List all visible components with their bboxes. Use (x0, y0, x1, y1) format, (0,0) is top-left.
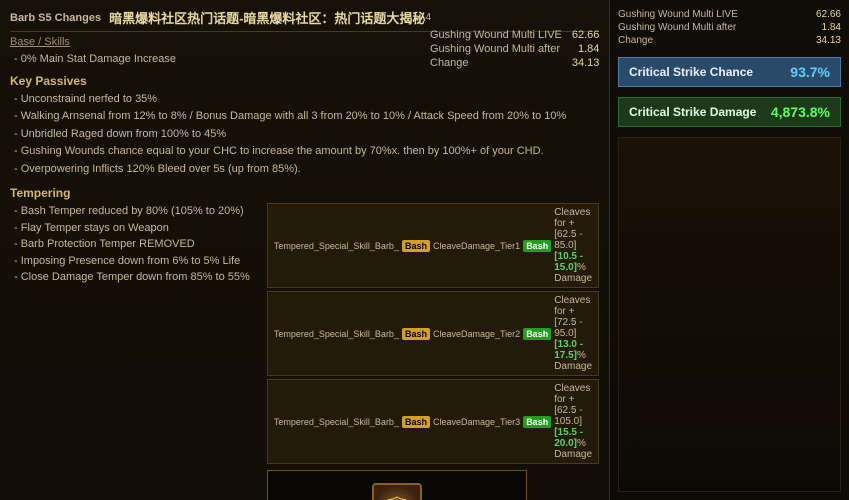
temper-prefix-1: Tempered_Special_Skill_Barb_ (274, 329, 399, 339)
crit-chance-label: Critical Strike Chance (629, 65, 753, 79)
passives-list: - Unconstraind nerfed to 35% - Walking A… (10, 91, 599, 179)
temper-badge2-2: Bash (523, 416, 551, 428)
temper-row-0: Tempered_Special_Skill_Barb_ Bash Cleave… (267, 203, 599, 288)
passive-1: - Walking Arnsenal from 12% to 8% / Bonu… (10, 108, 599, 126)
passive-0: - Unconstraind nerfed to 35% (10, 91, 599, 109)
key-passives-section: Key Passives - Unconstraind nerfed to 35… (10, 74, 599, 179)
temper-suffix-text-0: Cleaves for +[62.5 - 85.0] [10.5 - 15.0]… (554, 207, 592, 284)
right-gushing-stats: Gushing Wound Multi LIVE 62.66 Gushing W… (618, 8, 841, 47)
header-link[interactable]: 暗黑爆料社区热门话题-暗黑爆料社区：热门话题大揭秘 (109, 8, 425, 27)
item-icon: 🛡 (284, 483, 510, 500)
temper-suffix-text-1: Cleaves for +[72.5 - 95.0] [13.0 - 17.5]… (554, 295, 592, 372)
right-game-scene (618, 137, 841, 492)
item-icon-graphic: 🛡 (372, 483, 422, 500)
left-panel: Barb S5 Changes 暗黑爆料社区热门话题-暗黑爆料社区：热门话题大揭… (0, 0, 610, 500)
passive-3: - Gushing Wounds chance equal to your CH… (10, 143, 599, 161)
crit-damage-label: Critical Strike Damage (629, 105, 756, 119)
tempering-label: Tempering (10, 186, 599, 200)
temper-mid-2: CleaveDamage_Tier3 (433, 417, 520, 427)
crit-chance-value: 93.7% (790, 64, 830, 80)
tab-number: 4 (425, 12, 431, 23)
temper-badge2-0: Bash (523, 240, 551, 252)
right-gushing-val-0: 62.66 (816, 9, 841, 20)
temper-badge1-0: Bash (402, 240, 430, 252)
temper-left-4: - Close Damage Temper down from 85% to 5… (10, 269, 259, 286)
tempering-left-list: - Bash Temper reduced by 80% (105% to 20… (10, 203, 259, 500)
item-card: 🛡 Barbarian Protection Legendary +[3 - 4… (267, 470, 527, 500)
temper-left-2: - Barb Protection Temper REMOVED (10, 236, 259, 253)
temper-mid-1: CleaveDamage_Tier2 (433, 329, 520, 339)
right-gushing-val-2: 34.13 (816, 35, 841, 46)
gushing-stat-label-1: Gushing Wound Multi after (430, 43, 560, 55)
temper-badge1-2: Bash (402, 416, 430, 428)
key-passives-label: Key Passives (10, 74, 599, 88)
gushing-stat-val-1: 1.84 (578, 43, 599, 55)
right-gushing-row-2: Change 34.13 (618, 34, 841, 47)
temper-prefix-0: Tempered_Special_Skill_Barb_ (274, 241, 399, 251)
temper-row-1: Tempered_Special_Skill_Barb_ Bash Cleave… (267, 291, 599, 376)
temper-badge1-1: Bash (402, 328, 430, 340)
right-gushing-label-2: Change (618, 35, 653, 46)
temper-row-2: Tempered_Special_Skill_Barb_ Bash Cleave… (267, 379, 599, 464)
gushing-stat-val-0: 62.66 (572, 29, 600, 41)
tempering-right-rows: Tempered_Special_Skill_Barb_ Bash Cleave… (267, 203, 599, 500)
crit-damage-value: 4,873.8% (771, 104, 830, 120)
tempering-section: Tempering - Bash Temper reduced by 80% (… (10, 186, 599, 500)
gushing-stat-label-0: Gushing Wound Multi LIVE (430, 29, 562, 41)
temper-prefix-2: Tempered_Special_Skill_Barb_ (274, 417, 399, 427)
right-gushing-row-1: Gushing Wound Multi after 1.84 (618, 21, 841, 34)
crit-chance-inner: Critical Strike Chance 93.7% (629, 64, 830, 80)
crit-damage-inner: Critical Strike Damage 4,873.8% (629, 104, 830, 120)
gushing-stat-1: Gushing Wound Multi after 1.84 (430, 42, 599, 56)
right-gushing-val-1: 1.84 (822, 22, 841, 33)
temper-suffix-text-2: Cleaves for +[62.5 - 105.0] [15.5 - 20.0… (554, 383, 592, 460)
crit-damage-panel: Critical Strike Damage 4,873.8% (618, 97, 841, 127)
right-panel: Gushing Wound Multi LIVE 62.66 Gushing W… (610, 0, 849, 500)
temper-left-0: - Bash Temper reduced by 80% (105% to 20… (10, 203, 259, 220)
crit-chance-panel: Critical Strike Chance 93.7% (618, 57, 841, 87)
temper-left-1: - Flay Temper stays on Weapon (10, 220, 259, 237)
temper-left-3: - Imposing Presence down from 6% to 5% L… (10, 253, 259, 270)
passive-4: - Overpowering Inflicts 120% Bleed over … (10, 161, 599, 179)
passive-2: - Unbridled Raged down from 100% to 45% (10, 126, 599, 144)
temper-mid-0: CleaveDamage_Tier1 (433, 241, 520, 251)
gushing-stat-2: Change 34.13 (430, 56, 599, 70)
gushing-stat-0: Gushing Wound Multi LIVE 62.66 (430, 28, 599, 42)
right-gushing-row-0: Gushing Wound Multi LIVE 62.66 (618, 8, 841, 21)
gushing-stat-label-2: Change (430, 57, 469, 69)
gushing-stats: Gushing Wound Multi LIVE 62.66 Gushing W… (430, 28, 599, 70)
tempering-content: - Bash Temper reduced by 80% (105% to 20… (10, 203, 599, 500)
main-container: Barb S5 Changes 暗黑爆料社区热门话题-暗黑爆料社区：热门话题大揭… (0, 0, 849, 500)
right-gushing-label-0: Gushing Wound Multi LIVE (618, 9, 738, 20)
header-title: Barb S5 Changes (10, 12, 101, 24)
temper-badge2-1: Bash (523, 328, 551, 340)
gushing-stat-val-2: 34.13 (572, 57, 600, 69)
right-gushing-label-1: Gushing Wound Multi after (618, 22, 736, 33)
